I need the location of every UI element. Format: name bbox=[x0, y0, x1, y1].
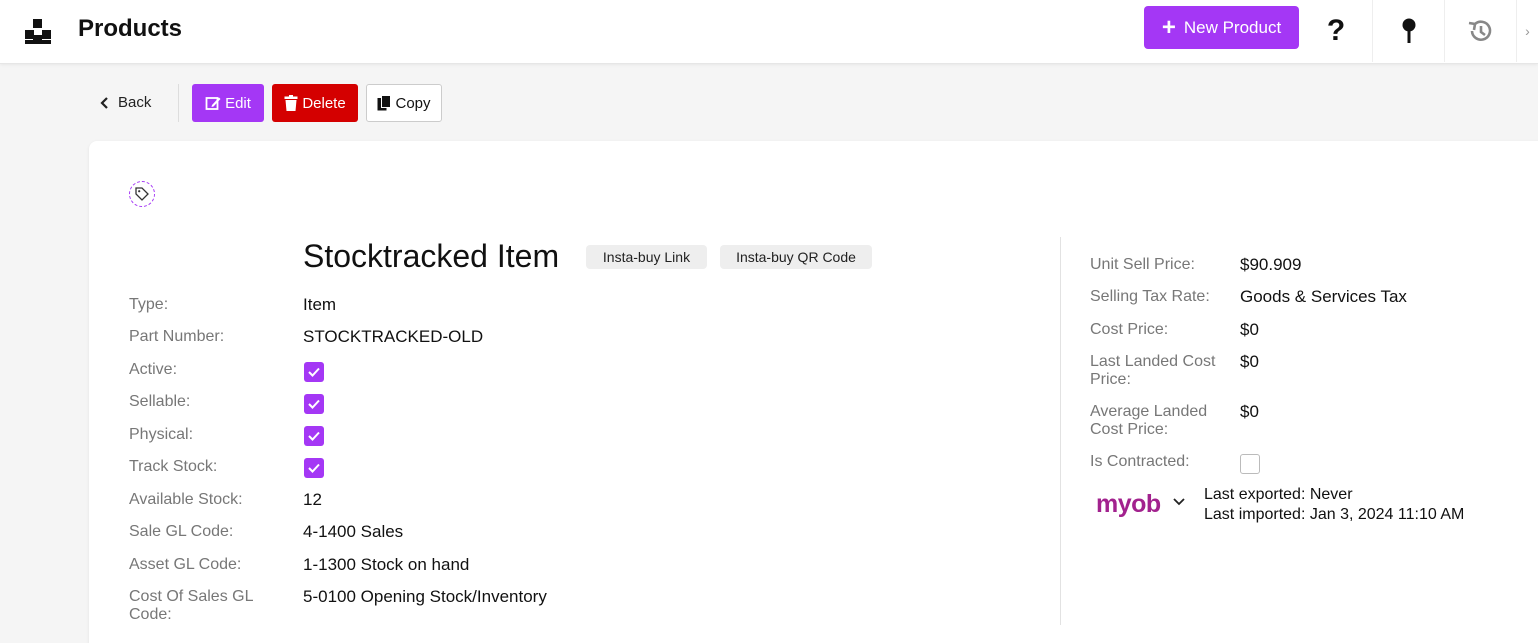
new-product-label: New Product bbox=[1183, 17, 1282, 37]
insta-buy-qr-button[interactable]: Insta-buy QR Code bbox=[720, 245, 872, 269]
part-number-value: STOCKTRACKED-OLD bbox=[303, 327, 484, 346]
more-icon[interactable]: › bbox=[1516, 0, 1538, 62]
last-imported-text: Last imported: Jan 3, 2024 11:10 AM bbox=[1204, 506, 1465, 523]
sale-gl-code-label: Sale GL Code: bbox=[129, 523, 234, 540]
delete-button[interactable]: Delete bbox=[272, 84, 358, 122]
last-exported-text: Last exported: Never bbox=[1204, 486, 1353, 503]
checkmark-icon bbox=[308, 463, 320, 473]
cost-of-sales-gl-code-label-line1: Cost Of Sales GL bbox=[129, 588, 254, 605]
top-bar: Products + New Product ? › bbox=[0, 0, 1538, 64]
chevron-left-icon bbox=[100, 96, 108, 109]
cost-price-label: Cost Price: bbox=[1090, 321, 1169, 338]
checkmark-icon bbox=[308, 431, 320, 441]
cost-of-sales-gl-code-value: 5-0100 Opening Stock/Inventory bbox=[303, 587, 547, 606]
tag-icon[interactable] bbox=[129, 181, 155, 207]
average-landed-cost-price-label-line2: Cost Price: bbox=[1090, 421, 1169, 438]
last-landed-cost-price-value: $0 bbox=[1240, 352, 1259, 371]
product-title: Stocktracked Item bbox=[303, 238, 560, 274]
copy-label: Copy bbox=[395, 94, 431, 112]
cost-price-value: $0 bbox=[1240, 320, 1259, 339]
copy-button[interactable]: Copy bbox=[366, 84, 442, 122]
type-label: Type: bbox=[129, 296, 169, 313]
active-label: Active: bbox=[129, 361, 178, 378]
pin-icon[interactable] bbox=[1372, 0, 1444, 62]
asset-gl-code-label: Asset GL Code: bbox=[129, 556, 242, 573]
back-label: Back bbox=[118, 94, 152, 111]
checkmark-icon bbox=[308, 367, 320, 377]
track-stock-checkbox[interactable] bbox=[304, 458, 324, 478]
edit-button[interactable]: Edit bbox=[192, 84, 264, 122]
edit-label: Edit bbox=[225, 94, 251, 112]
average-landed-cost-price-label-line1: Average Landed bbox=[1090, 403, 1208, 420]
new-product-button[interactable]: + New Product bbox=[1144, 6, 1299, 49]
is-contracted-label: Is Contracted: bbox=[1090, 453, 1190, 470]
last-landed-cost-price-label-line1: Last Landed Cost bbox=[1090, 353, 1216, 370]
selling-tax-rate-label: Selling Tax Rate: bbox=[1090, 288, 1210, 305]
selling-tax-rate-value: Goods & Services Tax bbox=[1240, 287, 1407, 306]
delete-label: Delete bbox=[302, 94, 346, 112]
sellable-checkbox[interactable] bbox=[304, 394, 324, 414]
checkmark-icon bbox=[308, 399, 320, 409]
column-divider bbox=[1060, 237, 1061, 625]
type-value: Item bbox=[303, 295, 337, 314]
toolbar-divider bbox=[178, 84, 179, 122]
last-landed-cost-price-label: Last Landed Cost Price: bbox=[1090, 353, 1215, 389]
page-title: Products bbox=[78, 15, 183, 42]
average-landed-cost-price-label: Average Landed Cost Price: bbox=[1090, 403, 1207, 439]
average-landed-cost-price-value: $0 bbox=[1240, 402, 1259, 421]
plus-icon: + bbox=[1161, 13, 1176, 41]
part-number-label: Part Number: bbox=[129, 328, 225, 345]
physical-label: Physical: bbox=[129, 426, 194, 443]
history-icon[interactable] bbox=[1444, 0, 1516, 62]
trash-icon bbox=[284, 95, 298, 111]
help-icon[interactable]: ? bbox=[1300, 0, 1372, 62]
myob-logo: myob bbox=[1096, 490, 1161, 518]
available-stock-label: Available Stock: bbox=[129, 491, 243, 508]
physical-checkbox[interactable] bbox=[304, 426, 324, 446]
edit-icon bbox=[205, 97, 221, 110]
copy-icon bbox=[377, 95, 392, 111]
is-contracted-checkbox[interactable] bbox=[1240, 454, 1260, 474]
track-stock-label: Track Stock: bbox=[129, 458, 218, 475]
insta-buy-link-button[interactable]: Insta-buy Link bbox=[586, 245, 707, 269]
unit-sell-price-label: Unit Sell Price: bbox=[1090, 256, 1195, 273]
available-stock-value: 12 bbox=[303, 490, 322, 509]
active-checkbox[interactable] bbox=[304, 362, 324, 382]
back-button[interactable]: Back bbox=[100, 94, 151, 111]
boxes-logo-icon[interactable] bbox=[24, 18, 52, 44]
unit-sell-price-value: $90.909 bbox=[1240, 255, 1302, 274]
sale-gl-code-value: 4-1400 Sales bbox=[303, 522, 404, 541]
cost-of-sales-gl-code-label-line2: Code: bbox=[129, 606, 172, 623]
sellable-label: Sellable: bbox=[129, 393, 191, 410]
cost-of-sales-gl-code-label: Cost Of Sales GL Code: bbox=[129, 588, 254, 624]
asset-gl-code-value: 1-1300 Stock on hand bbox=[303, 555, 470, 574]
chevron-down-icon[interactable] bbox=[1172, 497, 1186, 507]
last-landed-cost-price-label-line2: Price: bbox=[1090, 371, 1131, 388]
